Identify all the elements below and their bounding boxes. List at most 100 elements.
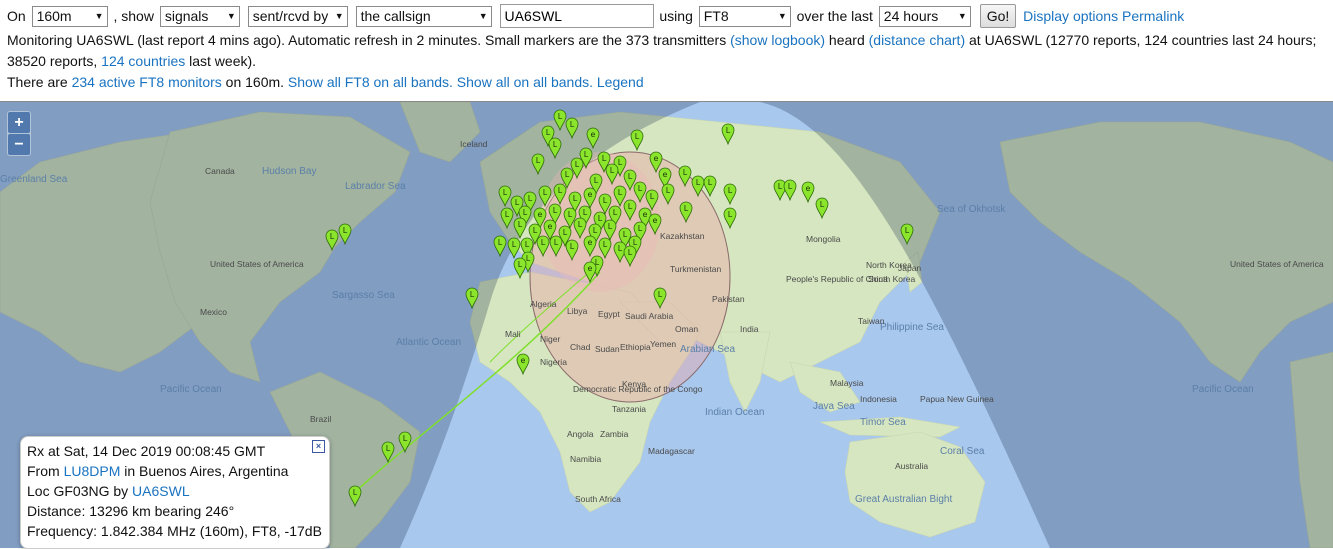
from-callsign-link[interactable]: LU8DPM [64, 463, 121, 479]
from-place: in Buenos Aires, Argentina [120, 463, 289, 479]
distance-chart-link[interactable]: (distance chart) [869, 32, 965, 48]
svg-text:L: L [608, 222, 613, 231]
svg-text:e: e [548, 222, 553, 231]
svg-text:L: L [638, 224, 643, 233]
zoom-in-button[interactable]: + [8, 112, 30, 133]
map-label: Indian Ocean [705, 407, 765, 418]
show-value: signals [164, 7, 209, 24]
digital-mode-value: FT8 [703, 7, 729, 24]
svg-text:L: L [403, 434, 408, 443]
callsign-input[interactable] [499, 4, 654, 28]
map-label: Chad [570, 342, 591, 352]
map-label: Pacific Ocean [160, 384, 222, 395]
svg-text:L: L [470, 290, 475, 299]
countries-link[interactable]: 124 countries [101, 53, 185, 69]
svg-text:L: L [613, 208, 618, 217]
digital-mode-select[interactable]: FT8 ▼ [698, 5, 791, 27]
direction-value: sent/rcvd by [252, 7, 329, 24]
target-select[interactable]: the callsign ▼ [355, 5, 492, 27]
from-line: From LU8DPM in Buenos Aires, Argentina [27, 461, 323, 481]
map-label: Malaysia [830, 378, 864, 388]
svg-text:L: L [386, 444, 391, 453]
svg-text:L: L [635, 132, 640, 141]
zoom-control: + − [7, 111, 31, 156]
map-label: Ethiopia [620, 342, 651, 352]
info-text: heard [825, 32, 869, 48]
rx-time: Rx at Sat, 14 Dec 2019 00:08:45 GMT [27, 443, 266, 459]
map-label: Coral Sea [940, 446, 985, 457]
svg-text:e: e [591, 130, 596, 139]
svg-text:L: L [905, 226, 910, 235]
display-options-link[interactable]: Display options [1023, 8, 1118, 24]
legend-link[interactable]: Legend [597, 74, 644, 90]
period-select[interactable]: 24 hours ▼ [878, 5, 971, 27]
svg-text:L: L [570, 242, 575, 251]
reception-popup: × Rx at Sat, 14 Dec 2019 00:08:45 GMT Fr… [20, 436, 330, 549]
svg-text:L: L [498, 238, 503, 247]
svg-text:L: L [593, 226, 598, 235]
svg-text:L: L [658, 290, 663, 299]
map-label: Iceland [460, 139, 488, 149]
info-line-2: 38520 reports, 124 countries last week). [7, 51, 1333, 72]
map-label: Sargasso Sea [332, 290, 395, 301]
map-label: Pakistan [712, 294, 745, 304]
svg-text:L: L [523, 208, 528, 217]
band-select[interactable]: 160m ▼ [31, 5, 108, 27]
by-callsign-link[interactable]: UA6SWL [132, 483, 190, 499]
svg-text:L: L [518, 260, 523, 269]
direction-select[interactable]: sent/rcvd by ▼ [247, 5, 348, 27]
svg-text:L: L [628, 172, 633, 181]
svg-text:e: e [588, 190, 593, 199]
svg-text:L: L [343, 226, 348, 235]
svg-text:L: L [628, 202, 633, 211]
svg-text:L: L [638, 184, 643, 193]
svg-text:L: L [618, 244, 623, 253]
period-value: 24 hours [883, 7, 939, 24]
map-label: Pacific Ocean [1192, 384, 1254, 395]
loc-label: Loc GF03NG by [27, 483, 133, 499]
map-label: Turkmenistan [670, 264, 721, 274]
show-logbook-link[interactable]: (show logbook) [730, 32, 825, 48]
map-label: Indonesia [860, 394, 897, 404]
svg-text:L: L [684, 204, 689, 213]
svg-text:L: L [518, 220, 523, 229]
map-label: Tanzania [612, 404, 646, 414]
info-text: last week). [185, 53, 257, 69]
zoom-out-button[interactable]: − [8, 134, 30, 155]
svg-text:L: L [726, 126, 731, 135]
info-text: 38520 reports, [7, 53, 102, 69]
show-select[interactable]: signals ▼ [159, 5, 240, 27]
map-label: Libya [567, 306, 588, 316]
svg-text:L: L [728, 186, 733, 195]
svg-text:L: L [578, 220, 583, 229]
svg-text:L: L [512, 240, 517, 249]
svg-text:e: e [654, 154, 659, 163]
map-label: Hudson Bay [262, 166, 316, 177]
map-label: Philippine Sea [880, 322, 944, 333]
close-icon[interactable]: × [312, 440, 325, 453]
svg-text:L: L [353, 488, 358, 497]
active-monitors-link[interactable]: 234 active FT8 monitors [72, 74, 222, 90]
map-label: Papua New Guinea [920, 394, 994, 404]
monitoring-info: Monitoring UA6SWL (last report 4 mins ag… [7, 30, 1333, 93]
go-button[interactable]: Go! [979, 4, 1017, 28]
svg-text:L: L [598, 214, 603, 223]
svg-text:L: L [602, 154, 607, 163]
svg-text:e: e [588, 238, 593, 247]
svg-text:L: L [584, 150, 589, 159]
svg-text:e: e [521, 356, 526, 365]
map-label: Mongolia [806, 234, 841, 244]
svg-text:L: L [546, 128, 551, 137]
map-label: Brazil [310, 414, 331, 424]
svg-text:e: e [643, 210, 648, 219]
using-label: using [659, 8, 693, 24]
svg-text:L: L [568, 210, 573, 219]
permalink-link[interactable]: Permalink [1122, 8, 1184, 24]
svg-text:L: L [533, 226, 538, 235]
map-label: Greenland Sea [0, 174, 68, 185]
map-label: Kazakhstan [660, 231, 705, 241]
svg-text:L: L [543, 188, 548, 197]
show-all-all-bands-link[interactable]: Show all on all bands. [457, 74, 593, 90]
show-ft8-all-bands-link[interactable]: Show all FT8 on all bands. [288, 74, 453, 90]
info-line-3: There are 234 active FT8 monitors on 160… [7, 72, 1333, 93]
